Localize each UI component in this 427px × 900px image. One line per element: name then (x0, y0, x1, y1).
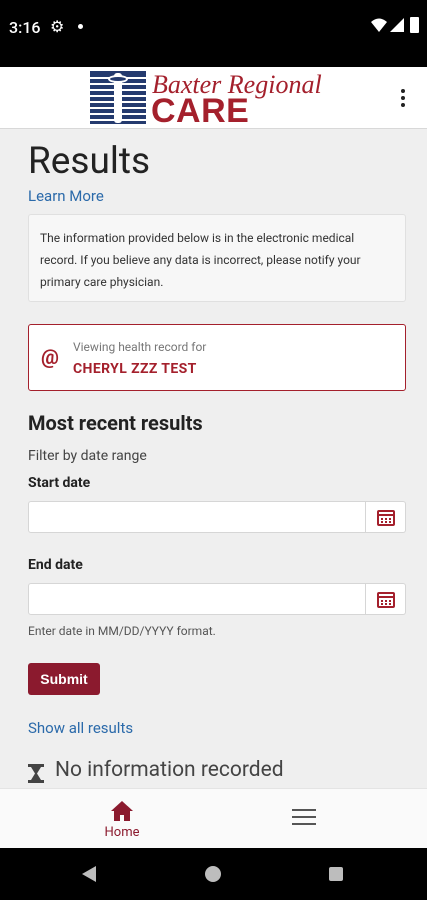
logo-text-care: CARE (151, 92, 250, 130)
overflow-menu-icon[interactable] (394, 87, 412, 109)
end-date-label: End date (28, 557, 83, 573)
nav-home-tab[interactable]: Home (92, 797, 152, 843)
patient-name: CHERYL ZZZ TEST (73, 361, 197, 377)
signal-icon (390, 18, 404, 32)
info-notice: The information provided below is in the… (28, 214, 406, 302)
bottom-navigation: Home (0, 788, 427, 848)
wifi-icon (371, 18, 387, 32)
start-date-input[interactable] (28, 501, 366, 533)
calendar-icon (377, 592, 395, 608)
logo-caduceus-icon (90, 71, 146, 124)
filter-label: Filter by date range (28, 448, 147, 464)
section-title-most-recent: Most recent results (28, 411, 203, 435)
battery-icon (410, 17, 419, 33)
health-record-card: @ Viewing health record for CHERYL ZZZ T… (28, 324, 406, 391)
hourglass-icon (28, 764, 44, 783)
home-circle-icon[interactable] (205, 866, 221, 882)
back-icon[interactable] (82, 866, 96, 882)
settings-gear-icon: ⚙ (50, 17, 65, 36)
app-header: Baxter Regional CARE (0, 67, 427, 130)
date-format-hint: Enter date in MM/DD/YYYY format. (28, 624, 216, 638)
start-date-label: Start date (28, 475, 91, 491)
end-date-input[interactable] (28, 583, 366, 615)
page-title: Results (28, 140, 151, 183)
show-all-results-link[interactable]: Show all results (28, 719, 133, 737)
calendar-icon (377, 510, 395, 526)
at-sign-icon: @ (41, 345, 59, 369)
record-caption: Viewing health record for (73, 340, 207, 354)
hamburger-menu-icon[interactable] (292, 809, 318, 829)
end-date-calendar-button[interactable] (366, 583, 406, 615)
nav-home-label: Home (104, 825, 140, 840)
start-date-calendar-button[interactable] (366, 501, 406, 533)
notification-dot-icon (78, 24, 83, 29)
system-navigation-bar (0, 848, 427, 900)
status-time: 3:16 (9, 18, 41, 37)
home-icon (111, 801, 133, 821)
no-information-text: No information recorded (55, 758, 284, 782)
status-bar: 3:16 ⚙ (0, 0, 427, 67)
recents-square-icon[interactable] (329, 867, 343, 881)
submit-button[interactable]: Submit (28, 663, 100, 695)
learn-more-link[interactable]: Learn More (28, 187, 104, 205)
